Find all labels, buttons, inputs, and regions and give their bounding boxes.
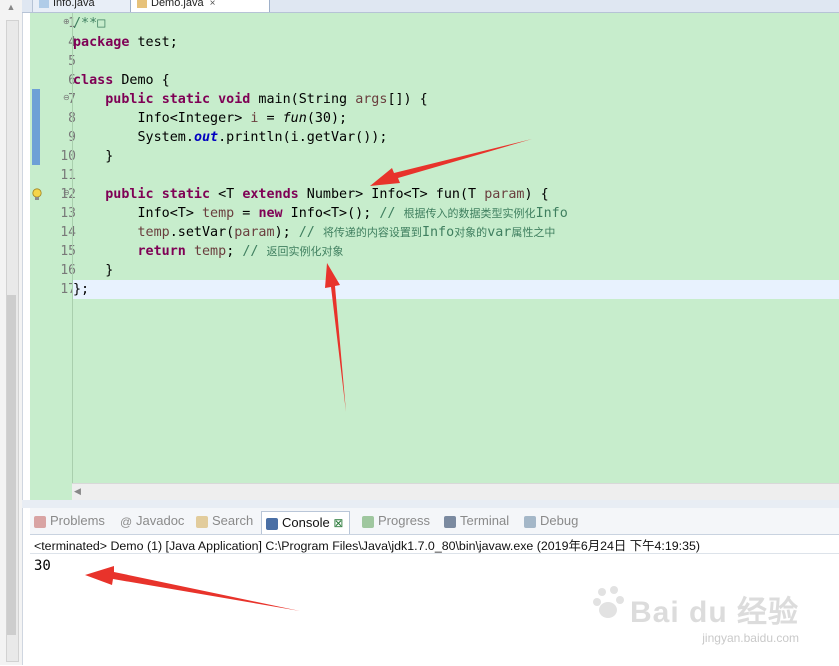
annotation-arrows bbox=[85, 139, 532, 611]
red-arrow-to-extends bbox=[370, 139, 532, 186]
red-arrow-to-return-comment bbox=[325, 263, 346, 412]
red-arrow-to-output bbox=[85, 566, 300, 611]
